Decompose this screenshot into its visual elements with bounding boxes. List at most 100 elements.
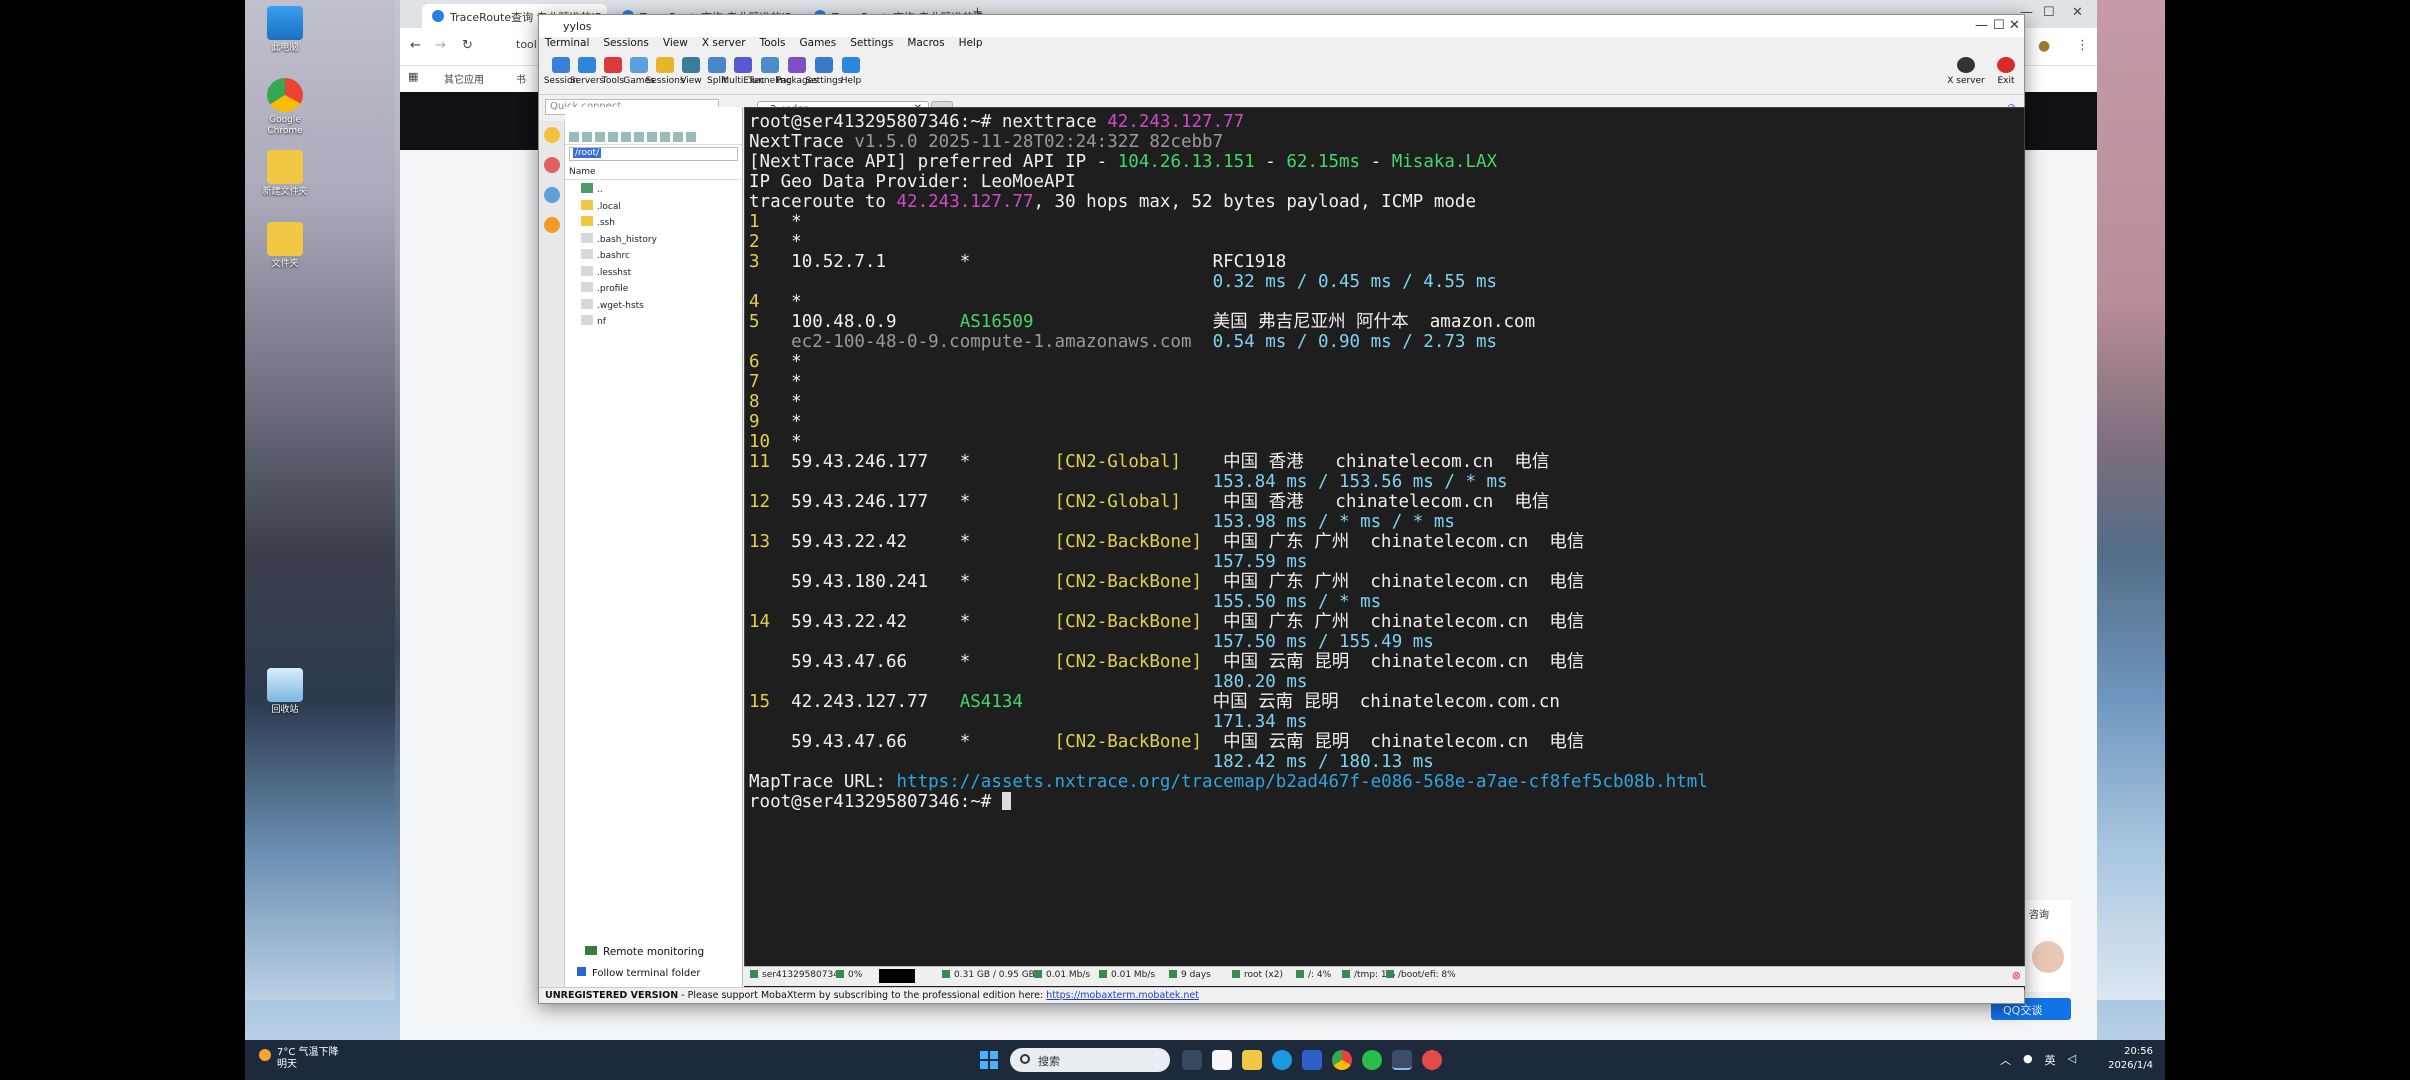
sftp-tool-icon[interactable] [608,132,618,142]
sftp-tool-icon[interactable] [595,132,605,142]
terminal-line: 153.98 ms / * ms / * ms [749,512,2024,532]
menu-terminal[interactable]: Terminal [545,37,589,53]
maximize-icon[interactable]: ☐ [2043,5,2055,20]
apps-icon[interactable]: ▦ [408,70,418,83]
taskbar-search[interactable]: 搜索 [1010,1048,1170,1072]
edge-icon[interactable] [1272,1050,1292,1070]
menu-x-server[interactable]: X server [702,37,746,53]
menu-games[interactable]: Games [800,37,837,53]
mobaxterm-window: yylos — ☐ ✕ Terminal Sessions View X ser… [538,14,2025,1004]
status-text: root (x2) [1244,970,1283,980]
menu-macros[interactable]: Macros [907,37,944,53]
sftp-footer: Remote monitoring Follow terminal folder [565,940,742,990]
toolbar-x-server-button[interactable]: X server [1944,53,1988,86]
consult-widget[interactable]: 咨询 [2025,900,2071,992]
start-button[interactable] [980,1051,998,1069]
volume-icon[interactable]: ◁ [2068,1052,2076,1068]
reload-icon[interactable]: ↻ [462,38,473,53]
desktop-icon-this-pc[interactable]: 此电脑 [257,6,313,54]
desktop-icon-folder-1[interactable]: 新建文件夹 [257,150,313,198]
terminal-line: 5 100.48.0.9 AS16509 美国 弗吉尼亚州 阿什本 amazon… [749,312,2024,332]
star-icon[interactable] [544,127,560,143]
status-text: /boot/efi: 8% [1398,970,1456,980]
toolbar-exit-button[interactable]: Exit [1984,53,2028,86]
file-explorer-icon[interactable] [1242,1050,1262,1070]
file-item[interactable]: .bash_history [565,230,742,247]
bookmark-item[interactable]: 书 [516,71,526,86]
file-item[interactable]: .lesshst [565,263,742,280]
store-icon[interactable] [1302,1050,1322,1070]
close-status-icon[interactable]: ⊗ [2012,969,2021,982]
status-item: 0.01 Mb/s [1034,970,1090,980]
wechat-icon[interactable] [1362,1050,1382,1070]
follow-folder-checkbox[interactable]: Follow terminal folder [565,962,742,979]
sftp-tool-icon[interactable] [634,132,644,142]
file-icon [581,265,593,276]
disk-icon [1296,970,1304,978]
status-text: 0.01 Mb/s [1111,970,1156,980]
menu-help[interactable]: Help [959,37,983,53]
screen: 此电脑 Google Chrome 新建文件夹 文件夹 回收站 TraceRou… [0,0,2410,1080]
file-item[interactable]: .local [565,197,742,214]
sftp-tool-icon[interactable] [673,132,683,142]
menu-tools[interactable]: Tools [760,37,786,53]
terminal-text: * [791,232,802,252]
tools-icon[interactable] [544,157,560,173]
file-item[interactable]: .. [565,180,742,197]
task-view-icon[interactable] [1182,1050,1202,1070]
mic-icon[interactable]: ● [2023,1052,2033,1068]
maximize-icon[interactable]: ☐ [1993,18,2005,33]
file-item[interactable]: nf [565,312,742,329]
menu-icon[interactable]: ⋮ [2076,38,2089,53]
sftp-tool-icon[interactable] [647,132,657,142]
desktop-icon-recycle-bin[interactable]: 回收站 [257,668,313,716]
back-icon[interactable]: ← [410,38,421,53]
address-bar[interactable]: tool [516,38,537,51]
profile-avatar[interactable]: ● [2038,38,2050,54]
remote-monitoring-button[interactable]: Remote monitoring [565,940,742,962]
folder-icon [267,222,303,256]
terminal-output[interactable]: root@ser413295807346:~# nexttrace 42.243… [744,107,2025,990]
ime-indicator[interactable]: 英 [2045,1052,2056,1068]
chevron-up-icon[interactable]: ︿ [2000,1052,2011,1068]
mobaxterm-taskbar-icon[interactable] [1392,1050,1412,1070]
clock[interactable]: 20:56 2026/1/4 [2108,1045,2153,1073]
desktop-icon-folder-2[interactable]: 文件夹 [257,222,313,270]
folder-icon [267,150,303,184]
chrome-icon[interactable] [1332,1050,1352,1070]
app-icon[interactable] [1422,1050,1442,1070]
menu-sessions[interactable]: Sessions [603,37,649,53]
sftp-tool-icon[interactable] [621,132,631,142]
file-item[interactable]: .ssh [565,213,742,230]
desktop-icon-chrome[interactable]: Google Chrome [257,78,313,137]
column-header-name[interactable]: Name [565,163,742,180]
file-item[interactable]: .wget-hsts [565,296,742,313]
menu-settings[interactable]: Settings [850,37,893,53]
terminal-text: 153.98 ms / * ms / * ms [749,512,1455,532]
file-item[interactable]: .profile [565,279,742,296]
status-text: 9 days [1181,970,1211,980]
mobatek-link[interactable]: https://mobaxterm.mobatek.net [1046,990,1199,1001]
close-icon[interactable]: ✕ [2009,18,2020,33]
sftp-icon[interactable] [544,217,560,233]
file-name: .lesshst [597,267,632,278]
file-name: .ssh [597,218,615,228]
status-item: 0.01 Mb/s [1099,970,1155,980]
sftp-tool-icon[interactable] [582,132,592,142]
terminal-text: * [791,372,802,392]
terminal-text: 11 [749,452,792,472]
notepad-icon[interactable] [1212,1050,1232,1070]
sftp-tool-icon[interactable] [686,132,696,142]
path-input[interactable]: /root/ [569,147,738,161]
minimize-icon[interactable]: — [1975,18,1988,33]
weather-widget[interactable]: 7°C 气温下降 明天 [259,1047,339,1071]
file-item[interactable]: .bashrc [565,246,742,263]
macros-icon[interactable] [544,187,560,203]
close-icon[interactable]: ✕ [2072,5,2083,20]
sftp-tool-icon[interactable] [660,132,670,142]
toolbar-help-button[interactable]: Help [829,53,873,86]
forward-icon[interactable]: → [435,38,446,53]
bookmark-item[interactable]: 其它应用 [444,71,484,86]
menu-view[interactable]: View [663,37,688,53]
sftp-tool-icon[interactable] [569,132,579,142]
